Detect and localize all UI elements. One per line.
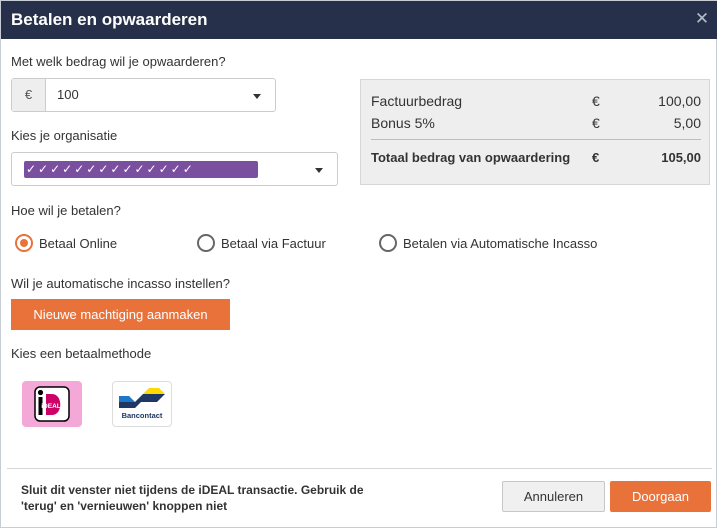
ideal-logo-text: iDEAL: [41, 403, 61, 410]
new-mandate-button[interactable]: Nieuwe machtiging aanmaken: [11, 299, 230, 330]
dialog-titlebar: Betalen en opwaarderen ✕: [1, 1, 717, 39]
summary-row-value: 5,00: [673, 115, 701, 131]
bancontact-logo-icon: Bancontact: [119, 388, 165, 420]
incasso-label: Wil je automatische incasso instellen?: [11, 276, 230, 291]
bancontact-method-button[interactable]: Bancontact: [112, 381, 172, 427]
radio-circle[interactable]: [379, 234, 397, 252]
footer-warning: Sluit dit venster niet tijdens de iDEAL …: [21, 483, 364, 513]
radio-betaal-online[interactable]: Betaal Online: [15, 233, 117, 253]
ideal-method-button[interactable]: iDEAL: [22, 381, 82, 427]
organisation-redacted-value: ✓✓✓✓✓✓✓✓✓✓✓✓✓✓: [24, 161, 258, 178]
radio-betaal-via-factuur[interactable]: Betaal via Factuur: [197, 233, 326, 253]
bancontact-logo-text: Bancontact: [122, 411, 163, 420]
footer-divider: [7, 468, 712, 469]
currency-addon: €: [12, 79, 46, 111]
radio-label: Betaal Online: [39, 235, 118, 251]
payment-dialog: Betalen en opwaarderen ✕ Met welk bedrag…: [0, 0, 717, 528]
continue-button[interactable]: Doorgaan: [610, 481, 711, 512]
summary-row-currency: €: [592, 115, 600, 131]
payment-label: Hoe wil je betalen?: [11, 203, 121, 218]
organisation-select[interactable]: ✓✓✓✓✓✓✓✓✓✓✓✓✓✓: [11, 152, 338, 186]
method-label: Kies een betaalmethode: [11, 346, 152, 361]
amount-summary: Factuurbedrag € 100,00 Bonus 5% € 5,00 T…: [360, 79, 710, 185]
radio-circle[interactable]: [197, 234, 215, 252]
dialog-title: Betalen en opwaarderen: [11, 10, 208, 29]
radio-label: Betaal via Factuur: [221, 235, 326, 251]
summary-total-row: Totaal bedrag van opwaardering € 105,00: [371, 150, 701, 168]
summary-total-value: 105,00: [661, 150, 701, 165]
summary-row-label: Factuurbedrag: [371, 93, 463, 109]
radio-circle[interactable]: [15, 234, 33, 252]
summary-total-currency: €: [592, 150, 600, 165]
close-icon[interactable]: ✕: [694, 9, 710, 29]
summary-row-currency: €: [592, 93, 600, 109]
organisation-label: Kies je organisatie: [11, 128, 118, 143]
summary-row-label: Bonus 5%: [371, 115, 435, 131]
ideal-logo-icon: iDEAL: [34, 386, 70, 422]
chevron-down-icon: [315, 168, 323, 173]
summary-total-label: Totaal bedrag van opwaardering: [371, 150, 571, 165]
summary-row: Bonus 5% € 5,00: [371, 115, 701, 133]
radio-label: Betalen via Automatische Incasso: [403, 235, 598, 251]
amount-select[interactable]: € 100: [11, 78, 276, 112]
cancel-button[interactable]: Annuleren: [502, 481, 605, 512]
amount-value: 100: [57, 87, 79, 102]
summary-row-value: 100,00: [658, 93, 701, 109]
summary-divider: [371, 139, 701, 140]
summary-row: Factuurbedrag € 100,00: [371, 93, 701, 111]
radio-automatische-incasso[interactable]: Betalen via Automatische Incasso: [379, 233, 597, 253]
amount-label: Met welk bedrag wil je opwaarderen?: [11, 54, 226, 69]
chevron-down-icon: [253, 94, 261, 99]
